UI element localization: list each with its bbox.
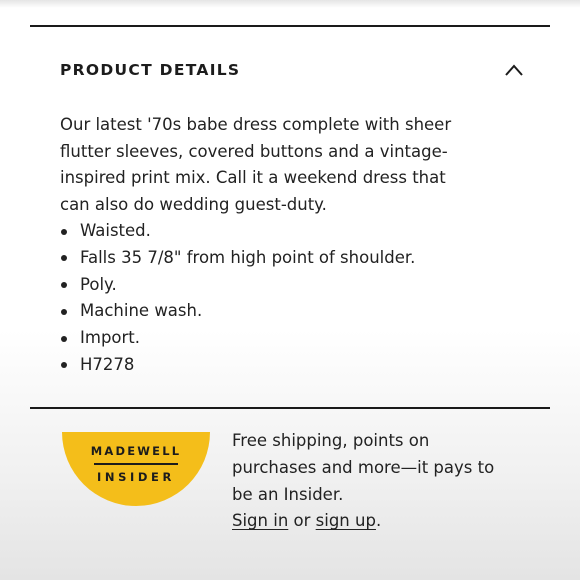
- bullet-item: Waisted.: [60, 218, 415, 245]
- madewell-insider-badge: MADEWELL INSIDER: [62, 432, 210, 506]
- description-line: flutter sleeves, covered buttons and a v…: [60, 141, 448, 161]
- divider-top: [30, 25, 550, 27]
- promo-signin-line: Sign in or sign up.: [232, 508, 532, 535]
- divider-bottom: [30, 407, 550, 409]
- badge-divider: [94, 463, 178, 465]
- period-text: .: [375, 511, 382, 531]
- insider-promo: Free shipping, points on purchases and m…: [232, 428, 532, 535]
- bullet-item: H7278: [60, 352, 415, 379]
- bullet-item: Machine wash.: [60, 298, 415, 325]
- bullet-item: Import.: [60, 325, 415, 352]
- product-bullet-list: Waisted. Falls 35 7/8" from high point o…: [60, 218, 415, 379]
- promo-line: Free shipping, points on: [232, 431, 430, 450]
- product-details-toggle[interactable]: PRODUCT DETAILS: [60, 58, 524, 82]
- badge-brand-text: MADEWELL: [90, 444, 182, 458]
- badge-program-text: INSIDER: [97, 470, 175, 484]
- top-shadow: [0, 0, 580, 8]
- or-text: or: [288, 511, 316, 531]
- sign-in-link[interactable]: Sign in: [232, 511, 288, 530]
- bullet-item: Falls 35 7/8" from high point of shoulde…: [60, 245, 415, 272]
- promo-line: be an Insider.: [232, 484, 344, 504]
- bullet-item: Poly.: [60, 272, 415, 299]
- description-line: can also do wedding guest-duty.: [60, 194, 327, 214]
- section-title: PRODUCT DETAILS: [60, 61, 241, 79]
- promo-line: purchases and more—it pays to: [232, 457, 495, 477]
- product-description: Our latest '70s babe dress complete with…: [60, 112, 480, 218]
- description-line: inspired print mix. Call it a weekend dr…: [60, 168, 446, 187]
- chevron-up-icon[interactable]: [504, 63, 524, 77]
- sign-up-link[interactable]: sign up: [316, 511, 376, 530]
- description-line: Our latest '70s babe dress complete with…: [60, 115, 452, 134]
